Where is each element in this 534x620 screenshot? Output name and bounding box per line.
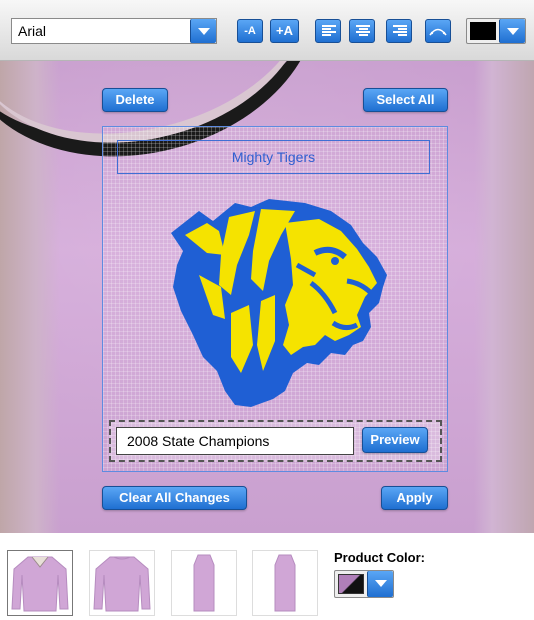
product-preview-stage: Delete Select All Mighty Tigers 2008 Sta… bbox=[0, 61, 534, 533]
select-all-button[interactable]: Select All bbox=[363, 88, 448, 112]
shirt-back-icon bbox=[93, 556, 151, 612]
thumbnail-front-view[interactable] bbox=[7, 550, 73, 616]
increase-font-button[interactable]: +A bbox=[270, 19, 299, 43]
design-area[interactable]: Mighty Tigers 2008 State Champions Previ… bbox=[102, 126, 448, 472]
left-sleeve-icon bbox=[193, 554, 215, 612]
color-dropdown-arrow-icon[interactable] bbox=[499, 19, 525, 43]
text-color-picker[interactable] bbox=[466, 18, 526, 44]
align-left-button[interactable] bbox=[315, 19, 341, 43]
tiger-head-logo[interactable] bbox=[165, 195, 395, 415]
product-color-dropdown-icon[interactable] bbox=[367, 571, 393, 597]
right-sleeve-icon bbox=[274, 554, 296, 612]
apply-button[interactable]: Apply bbox=[381, 486, 448, 510]
delete-button[interactable]: Delete bbox=[102, 88, 168, 112]
shirt-front-icon bbox=[11, 556, 69, 612]
preview-button[interactable]: Preview bbox=[362, 427, 428, 453]
align-center-icon bbox=[356, 25, 370, 37]
decrease-font-button[interactable]: -A bbox=[237, 19, 263, 43]
font-family-select[interactable]: Arial bbox=[11, 18, 217, 44]
clear-all-changes-button[interactable]: Clear All Changes bbox=[102, 486, 247, 510]
product-color-label: Product Color: bbox=[334, 550, 425, 565]
font-dropdown-arrow-icon[interactable] bbox=[190, 19, 216, 43]
thumbnail-back-view[interactable] bbox=[89, 550, 155, 616]
thumbnail-right-sleeve[interactable] bbox=[252, 550, 318, 616]
product-color-picker[interactable] bbox=[334, 570, 394, 598]
text-color-swatch bbox=[470, 22, 496, 40]
title-text-box[interactable]: Mighty Tigers bbox=[117, 140, 430, 174]
caption-text-row: 2008 State Champions Preview bbox=[109, 420, 442, 462]
text-arc-icon bbox=[429, 28, 447, 36]
font-family-value: Arial bbox=[18, 23, 47, 39]
align-right-icon bbox=[393, 25, 407, 37]
align-center-button[interactable] bbox=[349, 19, 375, 43]
caption-text-input[interactable]: 2008 State Champions bbox=[116, 427, 354, 455]
product-color-swatch bbox=[338, 574, 364, 594]
editor-toolbar: Arial -A +A bbox=[0, 0, 534, 61]
align-right-button[interactable] bbox=[386, 19, 412, 43]
title-text: Mighty Tigers bbox=[231, 149, 316, 165]
align-left-icon bbox=[322, 25, 336, 37]
text-arc-button[interactable] bbox=[425, 19, 451, 43]
thumbnail-left-sleeve[interactable] bbox=[171, 550, 237, 616]
